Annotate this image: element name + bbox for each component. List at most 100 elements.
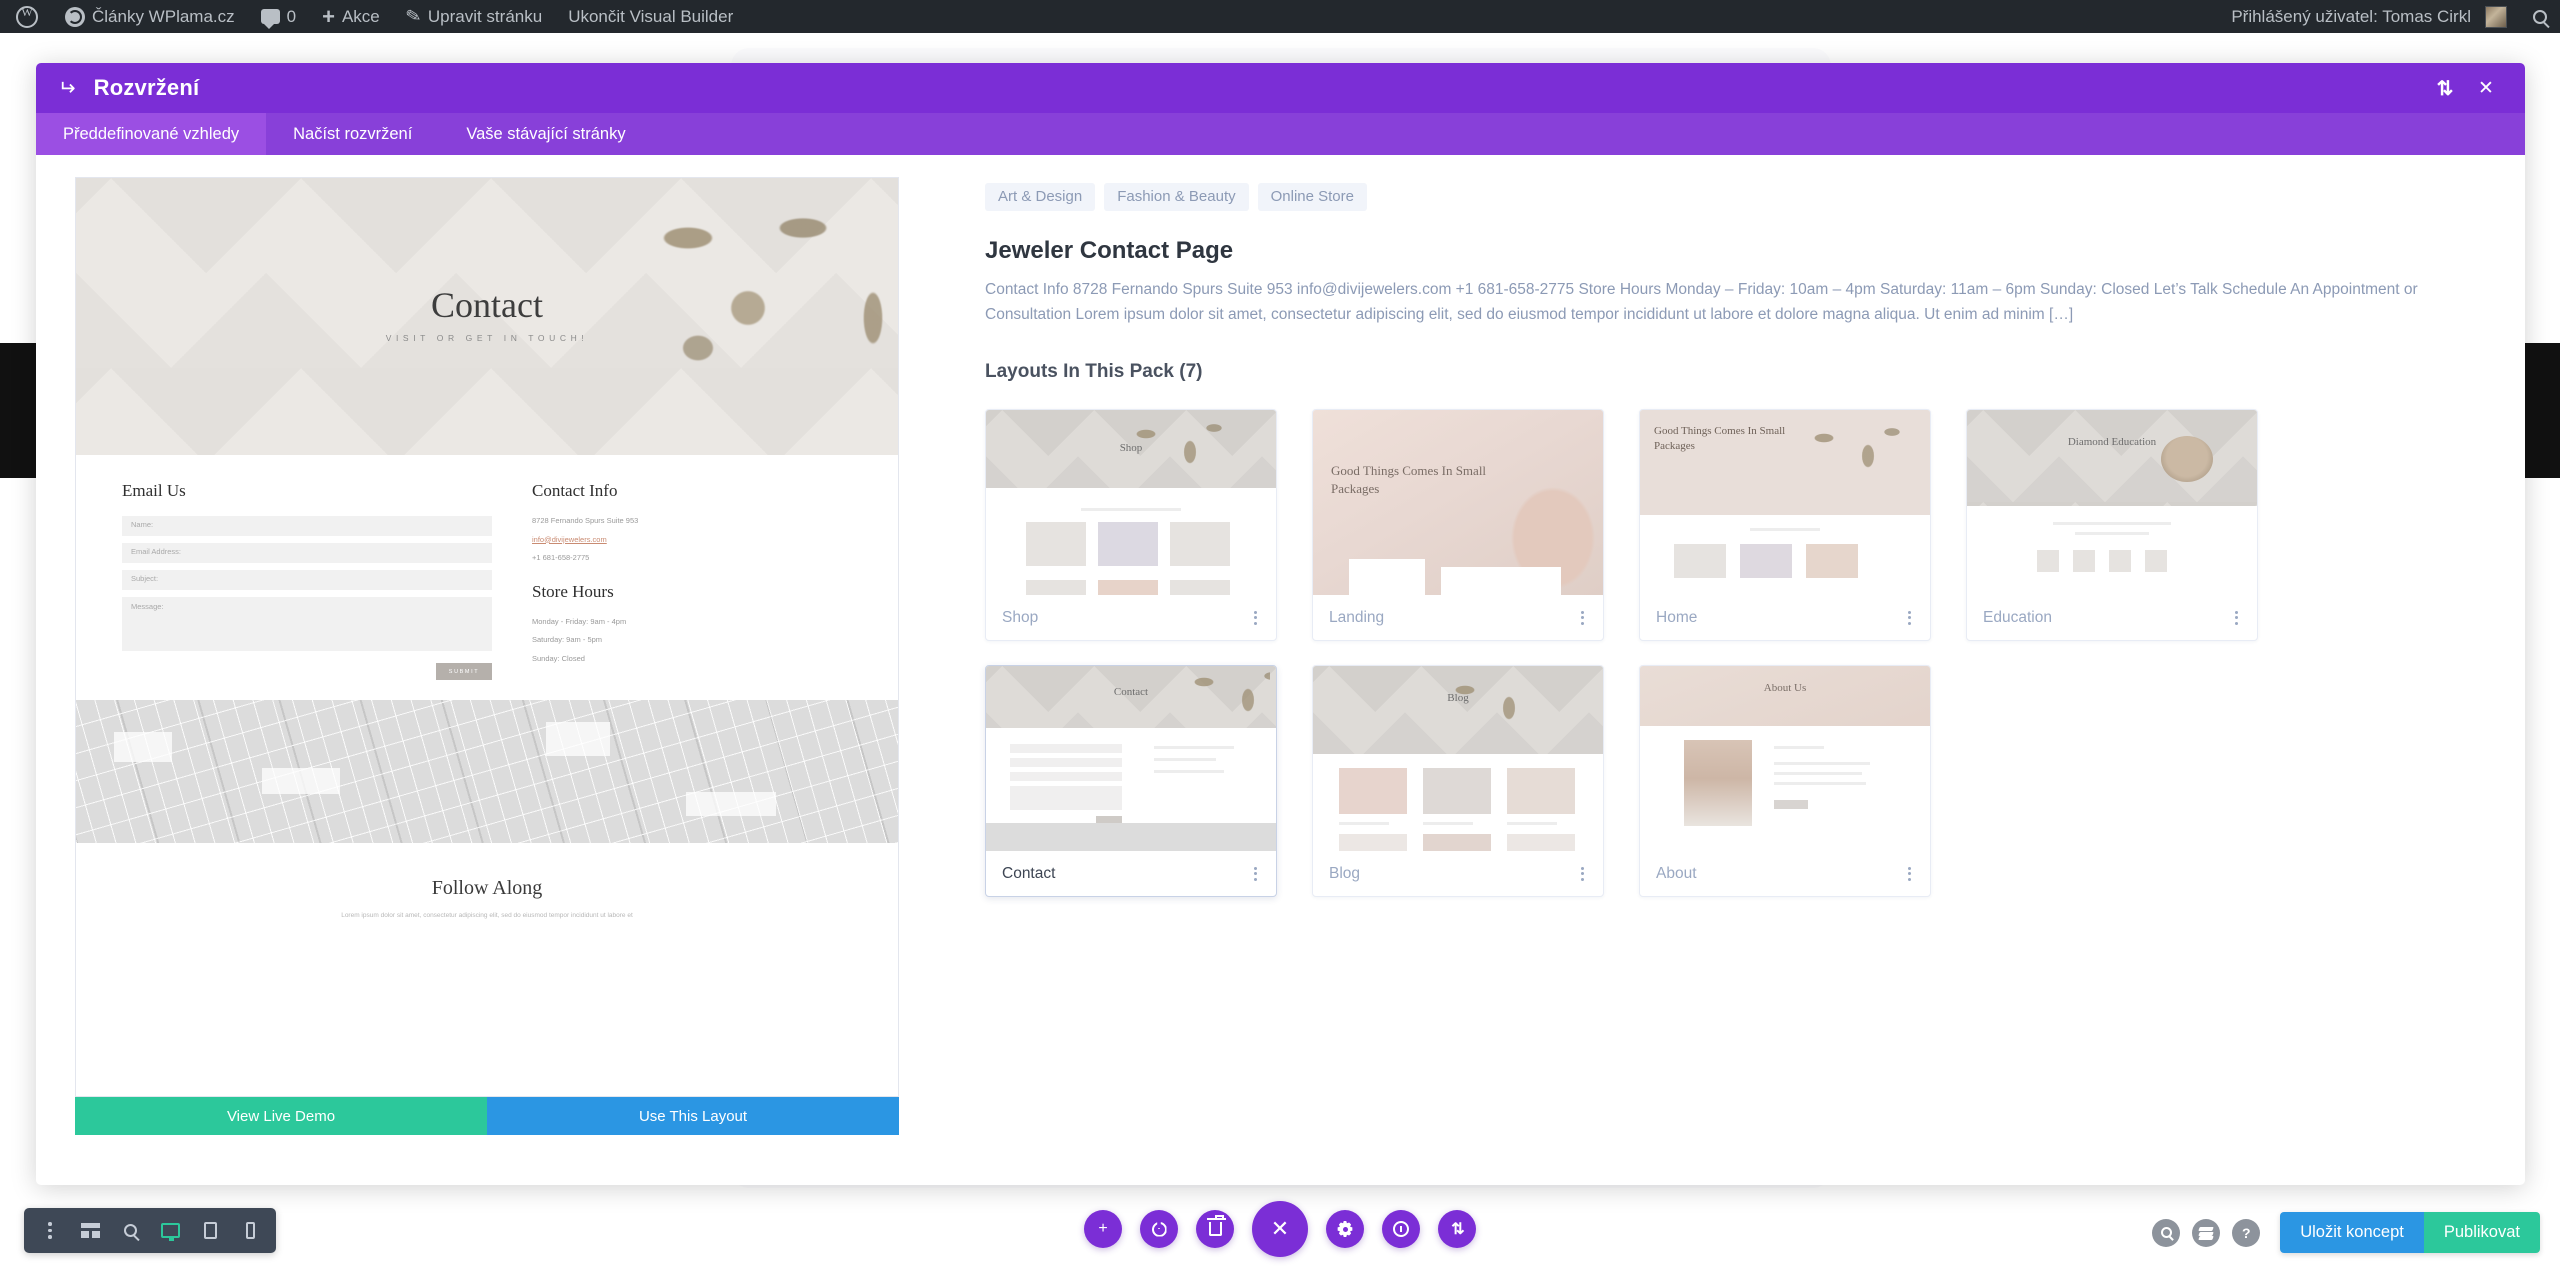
save-button-group: Uložit koncept Publikovat [2280,1212,2540,1253]
publish-button[interactable]: Publikovat [2423,1212,2540,1253]
layout-card-landing[interactable]: Good Things Comes In Small Packages Land… [1312,409,1604,642]
layout-card-contact[interactable]: Contact Contact [985,665,1277,898]
view-live-demo-button[interactable]: View Live Demo [75,1097,487,1135]
more-options-icon[interactable] [1905,606,1914,630]
add-icon[interactable]: + [1084,1210,1122,1248]
card-label-row: Blog [1313,851,1603,896]
preview-follow-title: Follow Along [431,877,543,899]
more-options-icon[interactable] [1905,862,1914,886]
layout-card-blog[interactable]: Blog Blog [1312,665,1604,898]
sort-updown-icon[interactable]: ⇅ [2427,71,2461,105]
map-block [114,732,172,762]
preview-field-message: Message: [122,597,492,651]
tab-load-layout[interactable]: Načíst rozvržení [266,113,439,155]
use-this-layout-button[interactable]: Use This Layout [487,1097,899,1135]
details-column: Art & Design Fashion & Beauty Online Sto… [899,177,2525,1185]
more-options-icon[interactable] [1251,862,1260,886]
close-icon[interactable]: ✕ [2469,71,2503,105]
layout-card-shop[interactable]: Shop Shop [985,409,1277,642]
card-label: Home [1656,608,1698,626]
gear-icon[interactable] [1326,1210,1364,1248]
preview-follow-section: Follow Along Lorem ipsum dolor sit amet,… [76,843,898,937]
card-thumbnail: Contact [986,666,1276,852]
avatar [2485,5,2507,28]
phone-view-icon[interactable] [230,1208,270,1253]
power-icon[interactable] [1140,1210,1178,1248]
site-dashboard-icon [65,6,85,27]
thumb-caption: About Us [1763,682,1807,695]
card-label-row: About [1640,851,1930,896]
wp-admin-bar: Články WPlama.cz 0 + Akce ✎ Upravit strá… [0,0,2560,33]
trash-icon[interactable] [1196,1210,1234,1248]
back-arrow-icon[interactable]: ↵ [58,77,76,100]
kebab-menu-icon[interactable] [30,1208,70,1253]
card-label: Contact [1002,864,1056,882]
card-label: Shop [1002,608,1039,626]
map-block [546,722,610,756]
history-icon[interactable] [1382,1210,1420,1248]
preview-field-email: Email Address: [122,543,492,563]
card-label-row: Home [1640,595,1930,640]
thumb-caption: Contact [1113,686,1149,699]
site-name-button[interactable]: Články WPlama.cz [52,0,248,33]
card-label: Education [1983,608,2052,626]
preview-form-heading: Email Us [122,481,186,500]
zoom-icon[interactable] [110,1208,150,1253]
exit-visual-builder-label: Ukončit Visual Builder [568,6,734,26]
comment-count-label: 0 [286,6,297,26]
logged-in-user[interactable]: Přihlášený uživatel: Tomas Cirkl [2218,0,2520,33]
tab-your-existing-pages[interactable]: Vaše stávající stránky [439,113,652,155]
preview-contact-phone: +1 681-658-2775 [532,553,590,562]
card-label: Landing [1329,608,1385,626]
more-options-icon[interactable] [1578,862,1587,886]
exit-visual-builder-button[interactable]: Ukončit Visual Builder [555,0,746,33]
card-label-row: Education [1967,595,2257,640]
admin-search-button[interactable] [2520,0,2560,33]
card-thumbnail: Diamond Education [1967,410,2257,596]
card-thumbnail: Good Things Comes In Small Packages [1640,410,1930,596]
preview-form: Email Us Name: Email Address: Subject: M… [122,481,492,680]
more-options-icon[interactable] [1578,606,1587,630]
layout-card-education[interactable]: Diamond Education Education [1966,409,2258,642]
modal-body: Contact VISIT OR GET IN TOUCH! Email Us … [36,155,2525,1185]
layouts-in-pack-heading: Layouts In This Pack (7) [985,361,1203,383]
save-draft-button[interactable]: Uložit koncept [2280,1212,2424,1253]
wireframe-icon[interactable] [70,1208,110,1253]
tag-art-design[interactable]: Art & Design [985,183,1096,211]
comments-button[interactable]: 0 [248,0,309,33]
preview-map [76,700,898,843]
wordpress-logo-button[interactable] [0,0,52,33]
tablet-view-icon[interactable] [190,1208,230,1253]
layout-card-about[interactable]: About Us About [1639,665,1931,898]
layout-card-home[interactable]: Good Things Comes In Small Packages Home [1639,409,1931,642]
pack-title: Jeweler Contact Page [985,237,1234,264]
pack-description: Contact Info 8728 Fernando Spurs Suite 9… [985,281,2418,324]
card-label-row: Contact [986,851,1276,896]
edit-page-label: Upravit stránku [427,6,543,26]
tag-fashion-beauty[interactable]: Fashion & Beauty [1104,183,1249,211]
preview-hours-weekday: Monday - Friday: 9am - 4pm [532,616,627,626]
card-label: About [1656,864,1697,882]
thumb-caption: Shop [1119,442,1143,455]
zoom-icon[interactable] [2152,1218,2181,1247]
preview-hours-saturday: Saturday: 9am - 5pm [532,635,603,644]
tab-predefined-layouts[interactable]: Předdefinované vzhledy [36,113,267,155]
bottom-center-toolbar: + ✕ ⇅ [1084,1201,1476,1257]
layers-icon[interactable] [2192,1218,2221,1247]
tag-online-store[interactable]: Online Store [1257,183,1367,211]
help-icon[interactable]: ? [2232,1218,2261,1247]
more-options-icon[interactable] [2232,606,2241,630]
more-options-icon[interactable] [1251,606,1260,630]
card-label-row: Landing [1313,595,1603,640]
preview-hero: Contact VISIT OR GET IN TOUCH! [76,178,898,455]
desktop-view-icon[interactable] [150,1208,190,1253]
sort-updown-icon[interactable]: ⇅ [1438,1210,1476,1248]
close-icon[interactable]: ✕ [1252,1201,1308,1257]
edit-page-button[interactable]: ✎ Upravit stránku [393,0,555,33]
new-content-button[interactable]: + Akce [309,0,393,33]
card-thumbnail: Good Things Comes In Small Packages [1313,410,1603,596]
tab-label: Předdefinované vzhledy [63,124,240,143]
card-label-row: Shop [986,595,1276,640]
wordpress-logo-icon [16,5,38,28]
tag-row: Art & Design Fashion & Beauty Online Sto… [985,183,2505,211]
